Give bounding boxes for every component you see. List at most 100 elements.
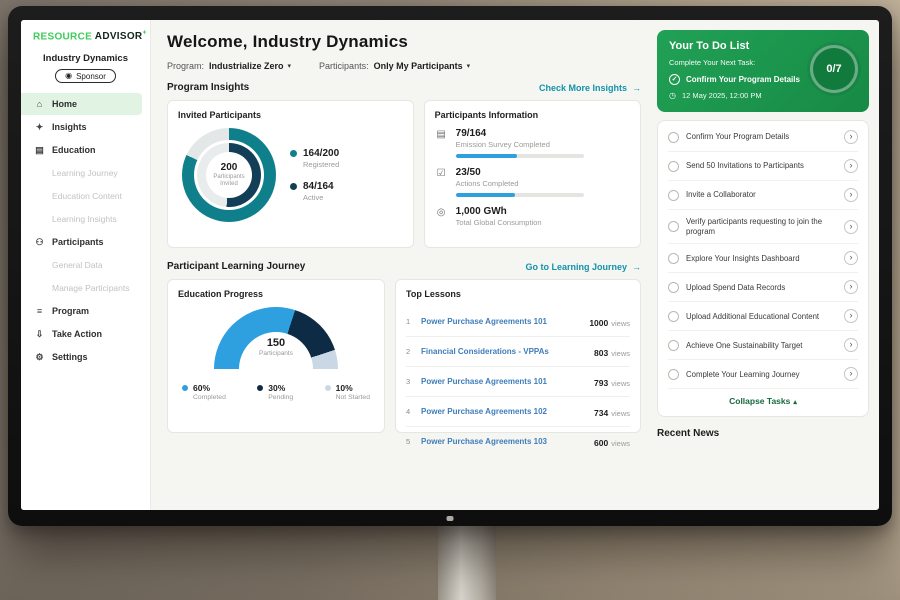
- task-chevron-button[interactable]: ›: [844, 130, 858, 144]
- task-row-confirm-program[interactable]: Confirm Your Program Details ›: [668, 123, 858, 152]
- stat-actions-completed: ☑ 23/50 Actions Completed: [435, 167, 630, 197]
- legend-label: Completed: [193, 394, 226, 401]
- survey-icon: ▤: [435, 129, 448, 158]
- legend-pending: 30% Pending: [257, 383, 293, 401]
- legend-pct: 60%: [193, 383, 226, 393]
- stat-global-consumption: ◎ 1,000 GWh Total Global Consumption: [435, 206, 630, 232]
- legend-label: Active: [303, 193, 334, 202]
- task-row-verify-participants[interactable]: Verify participants requesting to join t…: [668, 210, 858, 244]
- sidebar-item-home[interactable]: ⌂ Home: [21, 93, 142, 115]
- task-row-invite-collaborator[interactable]: Invite a Collaborator ›: [668, 181, 858, 210]
- sidebar-item-label: Home: [52, 99, 77, 109]
- lesson-link[interactable]: Power Purchase Agreements 101: [421, 377, 587, 386]
- task-label: Upload Additional Educational Content: [686, 312, 837, 322]
- legend-not-started: 10% Not Started: [325, 383, 370, 401]
- donut-center: 200 Participants Invited: [206, 152, 252, 198]
- sidebar-item-participants[interactable]: ⚇ Participants: [21, 231, 142, 253]
- lesson-link[interactable]: Power Purchase Agreements 101: [421, 317, 582, 326]
- chevron-right-icon: ›: [850, 340, 853, 349]
- task-label: Explore Your Insights Dashboard: [686, 254, 837, 264]
- sidebar-item-label: Learning Journey: [52, 168, 118, 178]
- task-chevron-button[interactable]: ›: [844, 188, 858, 202]
- task-chevron-button[interactable]: ›: [844, 220, 858, 234]
- sidebar-item-program[interactable]: ≡ Program: [21, 300, 142, 322]
- task-checkbox[interactable]: [668, 282, 679, 293]
- program-select[interactable]: Program: Industrialize Zero ▾: [167, 61, 291, 71]
- task-label: Send 50 Invitations to Participants: [686, 161, 837, 171]
- sidebar-item-label: Program: [52, 306, 89, 316]
- task-checkbox[interactable]: [668, 311, 679, 322]
- brand-plus: +: [142, 30, 146, 37]
- invited-participants-card: Invited Participants 200 Participants In…: [167, 100, 414, 248]
- sidebar-item-education[interactable]: ▤ Education: [21, 139, 142, 161]
- task-row-achieve-target[interactable]: Achieve One Sustainability Target ›: [668, 331, 858, 360]
- check-more-insights-link[interactable]: Check More Insights →: [539, 83, 641, 93]
- task-chevron-button[interactable]: ›: [844, 280, 858, 294]
- task-row-upload-spend-data[interactable]: Upload Spend Data Records ›: [668, 273, 858, 302]
- lesson-row: 4 Power Purchase Agreements 102 734views: [406, 397, 630, 427]
- lesson-row: 1 Power Purchase Agreements 101 1000view…: [406, 307, 630, 337]
- legend-label: Pending: [268, 394, 293, 401]
- task-row-send-invitations[interactable]: Send 50 Invitations to Participants ›: [668, 152, 858, 181]
- lesson-rank: 2: [406, 347, 414, 356]
- task-chevron-button[interactable]: ›: [844, 251, 858, 265]
- sidebar-item-learning-insights[interactable]: Learning Insights: [21, 208, 142, 230]
- scene-background: RESOURCE ADVISOR+ Industry Dynamics ◉ Sp…: [0, 0, 900, 600]
- lesson-link[interactable]: Power Purchase Agreements 102: [421, 407, 587, 416]
- task-label: Verify participants requesting to join t…: [686, 217, 837, 236]
- task-checkbox[interactable]: [668, 190, 679, 201]
- legend-pct: 10%: [336, 383, 370, 393]
- sidebar-nav: ⌂ Home ✦ Insights ▤ Education Learning J…: [21, 93, 150, 368]
- lesson-views: 734views: [594, 403, 630, 421]
- go-to-learning-journey-link[interactable]: Go to Learning Journey →: [525, 262, 641, 272]
- lesson-views: 600views: [594, 433, 630, 451]
- lesson-row: 5 Power Purchase Agreements 103 600views: [406, 427, 630, 456]
- task-checkbox[interactable]: [668, 161, 679, 172]
- task-chevron-button[interactable]: ›: [844, 309, 858, 323]
- task-row-explore-insights[interactable]: Explore Your Insights Dashboard ›: [668, 244, 858, 273]
- lesson-link[interactable]: Financial Considerations - VPPAs: [421, 347, 587, 356]
- task-checkbox[interactable]: [668, 132, 679, 143]
- brand-resource: RESOURCE: [33, 31, 92, 42]
- legend-registered: 164/200 Registered: [290, 148, 339, 169]
- next-task[interactable]: ✓ Confirm Your Program Details: [669, 74, 807, 85]
- task-chevron-button[interactable]: ›: [844, 338, 858, 352]
- task-chevron-button[interactable]: ›: [844, 159, 858, 173]
- chevron-right-icon: ›: [850, 222, 853, 231]
- task-checkbox[interactable]: [668, 369, 679, 380]
- todo-panel: Your To Do List Complete Your Next Task:…: [655, 20, 879, 510]
- invited-legend-dot-1: [290, 183, 297, 190]
- sidebar-item-take-action[interactable]: ⇩ Take Action: [21, 323, 142, 345]
- sidebar-item-insights[interactable]: ✦ Insights: [21, 116, 142, 138]
- views-unit: views: [611, 409, 630, 418]
- task-chevron-button[interactable]: ›: [844, 367, 858, 381]
- legend-value: 164/200: [303, 148, 339, 159]
- chevron-right-icon: ›: [850, 253, 853, 262]
- gauge-center: 150 Participants: [214, 337, 338, 357]
- chevron-down-icon: ▾: [288, 62, 292, 70]
- participants-select[interactable]: Participants: Only My Participants ▾: [319, 61, 470, 71]
- task-checkbox[interactable]: [668, 340, 679, 351]
- sidebar-item-education-content[interactable]: Education Content: [21, 185, 142, 207]
- sidebar-item-settings[interactable]: ⚙ Settings: [21, 346, 142, 368]
- lesson-views: 793views: [594, 373, 630, 391]
- task-checkbox[interactable]: [668, 253, 679, 264]
- invited-legend-dot-0: [290, 150, 297, 157]
- task-row-complete-learning-journey[interactable]: Complete Your Learning Journey ›: [668, 360, 858, 389]
- task-row-upload-educational-content[interactable]: Upload Additional Educational Content ›: [668, 302, 858, 331]
- task-checkbox[interactable]: [668, 221, 679, 232]
- stat-label: Total Global Consumption: [456, 218, 542, 227]
- card-title: Invited Participants: [178, 110, 403, 120]
- monitor-bezel: RESOURCE ADVISOR+ Industry Dynamics ◉ Sp…: [8, 6, 892, 526]
- sidebar-item-learning-journey[interactable]: Learning Journey: [21, 162, 142, 184]
- education-gauge-chart: 150 Participants: [214, 307, 338, 369]
- sidebar-item-manage-participants[interactable]: Manage Participants: [21, 277, 142, 299]
- lesson-link[interactable]: Power Purchase Agreements 103: [421, 437, 587, 446]
- lesson-rank: 1: [406, 317, 414, 326]
- views-count: 1000: [589, 318, 608, 328]
- education-icon: ▤: [34, 146, 45, 155]
- collapse-tasks-link[interactable]: Collapse Tasks▴: [668, 389, 858, 414]
- legend-completed: 60% Completed: [182, 383, 226, 401]
- lesson-rank: 5: [406, 437, 414, 446]
- sidebar-item-general-data[interactable]: General Data: [21, 254, 142, 276]
